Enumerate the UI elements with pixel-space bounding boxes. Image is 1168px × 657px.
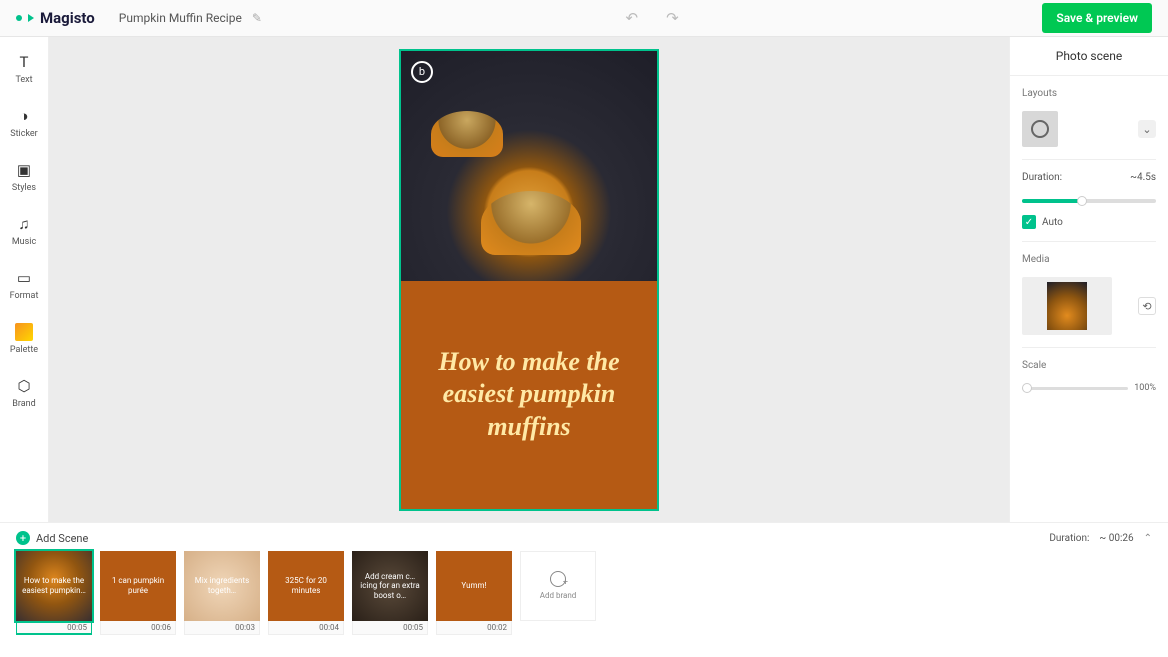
logo-play-icon — [28, 14, 34, 22]
project-title[interactable]: Pumpkin Muffin Recipe — [119, 11, 242, 25]
layouts-label: Layouts — [1022, 88, 1156, 99]
redo-icon[interactable]: ↷ — [666, 9, 679, 27]
collapse-timeline-icon[interactable]: ⌃ — [1144, 533, 1152, 544]
toolbar-styles[interactable]: ▣Styles — [12, 161, 36, 193]
scene-brand-badge-icon: b — [411, 61, 433, 83]
clip-thumbnail[interactable]: Yumm! — [436, 551, 512, 621]
scale-label: Scale — [1022, 360, 1156, 371]
left-toolbar: TText ◑Sticker ▣Styles ♫Music ▭Format Pa… — [0, 37, 49, 522]
clip-time: 00:05 — [16, 621, 92, 635]
clip-thumbnail[interactable]: 325C for 20 minutes — [268, 551, 344, 621]
timeline-clip[interactable]: Add cream c… icing for an extra boost o…… — [352, 551, 428, 635]
layout-expand-button[interactable]: ⌄ — [1138, 120, 1156, 138]
timeline: + Add Scene Duration: ~ 00:26 ⌃ How to m… — [0, 522, 1168, 657]
sticker-icon: ◑ — [15, 107, 33, 125]
total-duration-value: ~ 00:26 — [1099, 533, 1133, 544]
toolbar-palette[interactable]: Palette — [10, 323, 38, 355]
clip-thumbnail[interactable]: How to make the easiest pumpkin… — [16, 551, 92, 621]
toolbar-text[interactable]: TText — [15, 53, 33, 85]
clip-text: Mix ingredients togeth… — [188, 576, 256, 595]
toolbar-brand[interactable]: ⬡Brand — [12, 377, 35, 409]
clip-strip: How to make the easiest pumpkin… 00:05 1 c… — [16, 551, 1152, 635]
scale-slider-knob[interactable] — [1022, 383, 1032, 393]
clip-text: Add cream c… icing for an extra boost o… — [356, 572, 424, 601]
auto-label: Auto — [1042, 217, 1063, 228]
add-brand-label: Add brand — [540, 591, 577, 601]
add-brand-clip[interactable]: Add brand — [520, 551, 596, 635]
duration-slider[interactable] — [1022, 199, 1156, 203]
text-icon: T — [15, 53, 33, 71]
clip-thumbnail[interactable]: Mix ingredients togeth… — [184, 551, 260, 621]
total-duration-label: Duration: — [1049, 533, 1089, 544]
layout-thumbnail[interactable] — [1022, 111, 1058, 147]
scene-headline[interactable]: How to make the easiest pumpkin muffins — [401, 281, 657, 509]
scale-value: 100% — [1134, 383, 1156, 393]
timeline-clip[interactable]: Yumm! 00:02 — [436, 551, 512, 635]
media-thumbnail[interactable] — [1022, 277, 1112, 335]
logo-dot-icon — [16, 15, 22, 21]
right-panel: Photo scene Layouts ⌄ Duration: ~4.5s ✓ … — [1009, 37, 1168, 522]
refresh-layout-icon — [1031, 120, 1049, 138]
brand-logo[interactable]: Magisto — [16, 9, 95, 27]
duration-slider-knob[interactable] — [1077, 196, 1087, 206]
timeline-clip[interactable]: 325C for 20 minutes 00:04 — [268, 551, 344, 635]
clip-text: 1 can pumpkin purée — [104, 576, 172, 595]
toolbar-format[interactable]: ▭Format — [10, 269, 39, 301]
clip-time: 00:03 — [184, 621, 260, 635]
clip-time: 00:05 — [352, 621, 428, 635]
panel-title: Photo scene — [1010, 37, 1168, 76]
duration-value: ~4.5s — [1130, 172, 1156, 183]
clip-time: 00:02 — [436, 621, 512, 635]
toolbar-music[interactable]: ♫Music — [12, 215, 36, 247]
top-bar: Magisto Pumpkin Muffin Recipe ✎ ↶ ↷ Save… — [0, 0, 1168, 37]
scale-slider[interactable] — [1022, 387, 1128, 390]
history-controls: ↶ ↷ — [262, 9, 1043, 27]
clip-text: How to make the easiest pumpkin… — [20, 576, 88, 595]
add-scene-button[interactable]: + Add Scene — [16, 531, 88, 545]
clip-thumbnail[interactable]: Add cream c… icing for an extra boost o… — [352, 551, 428, 621]
brand-name: Magisto — [40, 9, 95, 27]
divider — [1022, 347, 1156, 348]
timeline-clip[interactable]: 1 can pumpkin purée 00:06 — [100, 551, 176, 635]
divider — [1022, 159, 1156, 160]
save-preview-button[interactable]: Save & preview — [1042, 3, 1152, 33]
clip-time: 00:04 — [268, 621, 344, 635]
styles-icon: ▣ — [15, 161, 33, 179]
clip-thumbnail[interactable]: 1 can pumpkin purée — [100, 551, 176, 621]
toolbar-sticker[interactable]: ◑Sticker — [10, 107, 37, 139]
scene-preview[interactable]: b How to make the easiest pumpkin muffin… — [399, 49, 659, 511]
clip-text: Yumm! — [461, 581, 486, 591]
palette-icon — [15, 323, 33, 341]
scene-photo[interactable]: b — [401, 51, 657, 281]
duration-slider-fill — [1022, 199, 1082, 203]
brand-icon: ⬡ — [15, 377, 33, 395]
timeline-clip[interactable]: How to make the easiest pumpkin… 00:05 — [16, 551, 92, 635]
timeline-clip[interactable]: Mix ingredients togeth… 00:03 — [184, 551, 260, 635]
divider — [1022, 241, 1156, 242]
format-icon: ▭ — [15, 269, 33, 287]
undo-icon[interactable]: ↶ — [626, 9, 639, 27]
auto-checkbox[interactable]: ✓ — [1022, 215, 1036, 229]
plus-icon: + — [16, 531, 30, 545]
media-label: Media — [1022, 254, 1156, 265]
media-image — [1047, 282, 1087, 330]
add-brand-icon — [550, 571, 566, 587]
clip-time: 00:06 — [100, 621, 176, 635]
music-icon: ♫ — [15, 215, 33, 233]
add-brand-thumbnail[interactable]: Add brand — [520, 551, 596, 621]
clip-text: 325C for 20 minutes — [272, 576, 340, 595]
edit-title-icon[interactable]: ✎ — [252, 11, 262, 25]
canvas-area[interactable]: b How to make the easiest pumpkin muffin… — [49, 37, 1009, 522]
replace-media-button[interactable]: ⟲ — [1138, 297, 1156, 315]
duration-label: Duration: — [1022, 172, 1062, 183]
